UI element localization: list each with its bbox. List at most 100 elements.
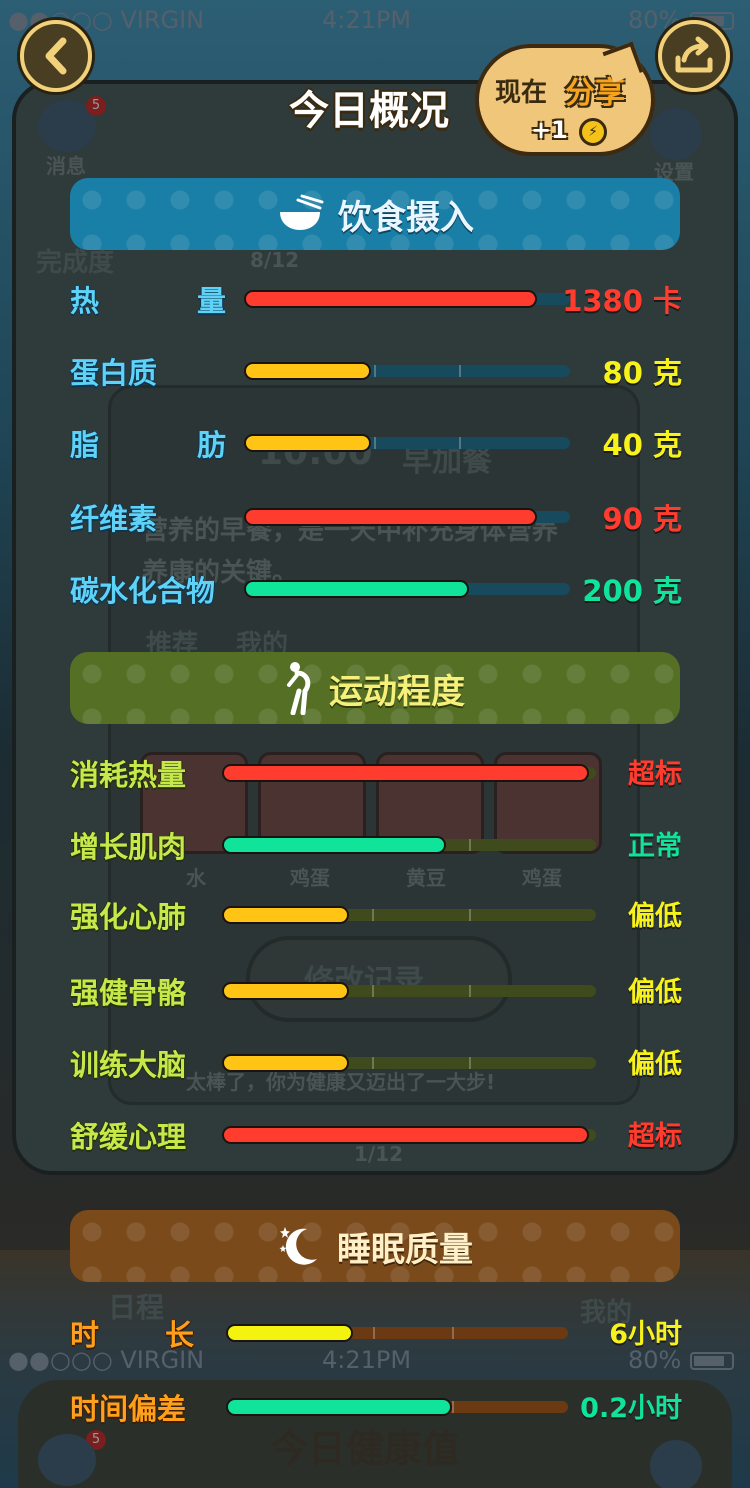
diet-section-title: 饮食摄入 <box>338 197 474 238</box>
diet-stat-bar-track <box>244 580 570 598</box>
exercise-stat-value: 超标 <box>628 759 682 790</box>
share-arrow-icon <box>675 36 713 73</box>
exercise-stat-label: 舒缓心理 <box>70 1120 187 1154</box>
bar-tick <box>451 1327 454 1339</box>
exercise-stat-value: 超标 <box>628 1121 682 1152</box>
exercise-stat-bar-track <box>222 982 596 1000</box>
share-now-label: 现在 <box>495 78 548 108</box>
page-title: 今日概况 <box>289 88 449 134</box>
exercise-stat-value: 正常 <box>628 831 682 862</box>
diet-stat-value: 90 克 <box>602 502 682 536</box>
background-badge: 5 <box>86 96 106 116</box>
coin-icon: ⚡ <box>579 118 607 146</box>
exercise-stat-label: 训练大脑 <box>70 1048 187 1082</box>
background-food-name: 鸡蛋 <box>522 866 562 890</box>
exercise-stat-bar-fill <box>222 764 589 782</box>
label-char: 时 <box>70 1318 100 1352</box>
bar-tick <box>468 1057 471 1069</box>
stretching-person-icon <box>287 662 311 715</box>
exercise-stat-bar-track <box>222 906 596 924</box>
back-button[interactable] <box>20 20 92 92</box>
background-messages-label: 消息 <box>46 154 86 178</box>
chevron-left-icon <box>45 37 67 75</box>
sleep-stat-label: 时间偏差 <box>70 1392 187 1426</box>
exercise-stat-bar-track <box>222 1054 596 1072</box>
exercise-stat-label: 消耗热量 <box>70 758 187 792</box>
diet-stat-bar-track <box>244 434 570 452</box>
diet-stat-row: 蛋白质 80 克 <box>70 348 682 392</box>
exercise-stat-row: 训练大脑 偏低 <box>70 1040 682 1084</box>
background-food-name: 水 <box>186 866 206 890</box>
background-gear-icon <box>650 108 702 160</box>
exercise-section-header: 运动程度 <box>70 652 680 724</box>
background-gear-icon-2 <box>650 1440 702 1488</box>
diet-stat-value: 80 克 <box>602 356 682 390</box>
exercise-stat-value: 偏低 <box>628 901 682 932</box>
bar-tick <box>468 909 471 921</box>
bar-tick <box>468 839 471 851</box>
diet-stat-bar-track <box>244 362 570 380</box>
moon-stars-icon <box>279 1227 317 1265</box>
exercise-stat-label: 增长肌肉 <box>70 830 187 864</box>
label-char: 脂 <box>70 428 100 462</box>
sleep-stat-bar-fill <box>226 1324 353 1342</box>
bar-tick <box>374 437 377 449</box>
exercise-stat-bar-fill <box>222 1054 350 1072</box>
sleep-stat-bar-fill <box>226 1398 452 1416</box>
background-completion-value: 8/12 <box>250 248 300 272</box>
diet-stat-label: 脂肪 <box>70 422 226 464</box>
sleep-stat-bar-track <box>226 1398 568 1416</box>
exercise-stat-bar-fill <box>222 1126 589 1144</box>
diet-stat-bar-fill <box>244 362 372 380</box>
battery-icon <box>690 1352 734 1370</box>
diet-stat-row: 热 量 1380 卡 <box>70 276 682 320</box>
sleep-stat-row: 时间偏差 0.2小时 <box>70 1384 682 1428</box>
exercise-stat-value: 偏低 <box>628 977 682 1008</box>
bar-tick <box>459 437 462 449</box>
background-food-name: 黄豆 <box>406 866 446 890</box>
exercise-stat-bar-track <box>222 764 596 782</box>
diet-stat-bar-fill <box>244 434 372 452</box>
bar-tick <box>371 909 374 921</box>
exercise-stat-row: 强化心肺 偏低 <box>70 892 682 936</box>
bar-tick <box>371 1057 374 1069</box>
status-time: 4:21PM <box>322 6 412 34</box>
diet-stat-value: 200 克 <box>582 574 682 608</box>
share-reward-amount: +1 <box>531 116 568 144</box>
exercise-stat-label: 强健骨骼 <box>70 976 187 1010</box>
diet-stat-row: 脂肪 40 克 <box>70 420 682 464</box>
label-char: 长 <box>164 1318 194 1352</box>
diet-stat-bar-track <box>244 290 570 308</box>
sleep-stat-value: 6小时 <box>609 1319 682 1350</box>
status-bar: ●●○○○ VIRGIN 4:21PM 80% <box>0 0 750 40</box>
label-char: 量 <box>196 284 226 318</box>
exercise-stat-value: 偏低 <box>628 1049 682 1080</box>
diet-stat-bar-track <box>244 508 570 526</box>
share-button[interactable] <box>658 20 730 92</box>
bar-tick <box>374 365 377 377</box>
exercise-stat-bar-fill <box>222 906 350 924</box>
diet-stat-label: 蛋白质 <box>70 356 158 390</box>
diet-stat-label: 纤维素 <box>70 502 158 536</box>
background-food-name: 鸡蛋 <box>290 866 330 890</box>
sleep-stat-value: 0.2小时 <box>580 1393 682 1424</box>
label-char: 热 <box>70 284 100 318</box>
exercise-stat-row: 强健骨骼 偏低 <box>70 968 682 1012</box>
exercise-stat-row: 增长肌肉 正常 <box>70 822 682 866</box>
diet-stat-bar-fill <box>244 580 469 598</box>
sleep-stat-row: 时 长 6小时 <box>70 1310 682 1354</box>
bowl-icon <box>280 194 324 230</box>
diet-stat-value: 1380 卡 <box>562 284 682 318</box>
exercise-section-title: 运动程度 <box>329 671 465 712</box>
bar-tick <box>468 985 471 997</box>
exercise-stat-bar-track <box>222 836 596 854</box>
exercise-stat-bar-track <box>222 1126 596 1144</box>
diet-stat-bar-fill <box>244 290 538 308</box>
bar-tick <box>373 1327 376 1339</box>
share-reward-bubble[interactable]: 现在 分享 +1 ⚡ <box>475 44 655 156</box>
diet-stat-row: 纤维素 90 克 <box>70 494 682 538</box>
sleep-stat-bar-track <box>226 1324 568 1342</box>
bar-tick <box>459 365 462 377</box>
bar-tick <box>371 985 374 997</box>
diet-stat-row: 碳水化合物 200 克 <box>70 566 682 610</box>
